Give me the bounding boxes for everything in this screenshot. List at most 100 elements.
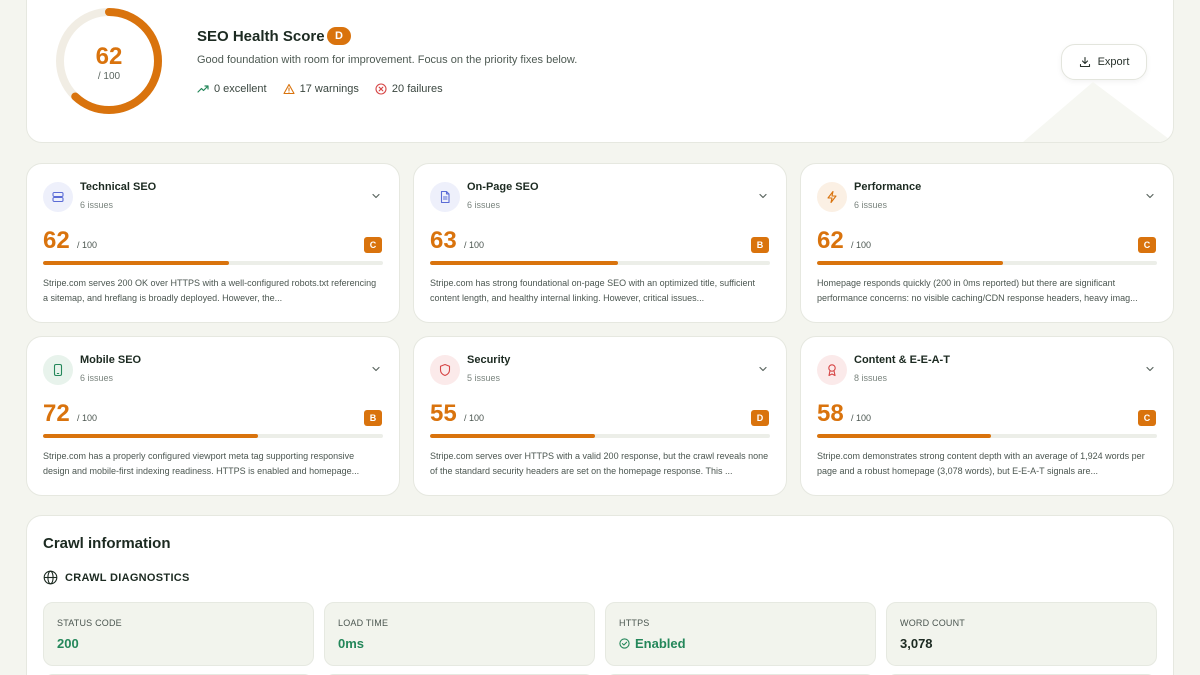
category-title: Content & E-E-A-T <box>854 354 950 366</box>
category-issue-count: 6 issues <box>854 200 888 210</box>
category-progress-bar <box>817 261 1157 265</box>
crawl-metric-label: WORD COUNT <box>900 618 965 628</box>
category-score-denominator: / 100 <box>851 240 872 250</box>
category-icon-wrap <box>430 182 460 212</box>
category-card[interactable]: On-Page SEO 6 issues 63 / 100 B Stripe.com ha… <box>413 163 787 323</box>
crawl-metric-card: HTTPS Enabled <box>605 602 876 666</box>
category-icon-wrap <box>43 355 73 385</box>
category-progress-bar <box>817 434 1157 438</box>
category-grade-badge: C <box>364 237 382 253</box>
crawl-information-card: Crawl information CRAWL DIAGNOSTICS STAT… <box>26 515 1174 675</box>
warnings-count: 17 warnings <box>299 83 359 95</box>
crawl-metric-value-wrap: 3,078 <box>900 636 933 651</box>
crawl-title: Crawl information <box>43 535 171 552</box>
chevron-down-icon[interactable] <box>1145 191 1155 201</box>
chevron-down-icon[interactable] <box>1145 364 1155 374</box>
category-score-denominator: / 100 <box>851 413 872 423</box>
crawl-metric-value: 200 <box>57 636 79 651</box>
crawl-metric-label: STATUS CODE <box>57 618 122 628</box>
warnings-stat: 17 warnings <box>283 83 359 95</box>
crawl-metric-label: LOAD TIME <box>338 618 389 628</box>
category-grade-badge: C <box>1138 237 1156 253</box>
export-label: Export <box>1097 56 1130 68</box>
overall-grade-badge: D <box>327 27 351 45</box>
category-title: Technical SEO <box>80 181 157 193</box>
category-score: 72 <box>43 400 70 427</box>
failures-stat: 20 failures <box>375 83 443 95</box>
category-issue-count: 6 issues <box>80 200 114 210</box>
category-progress-fill <box>430 434 595 438</box>
category-icon-wrap <box>43 182 73 212</box>
award-icon <box>828 364 836 377</box>
category-score-denominator: / 100 <box>464 413 485 423</box>
category-icon-wrap <box>817 182 847 212</box>
category-description: Stripe.com has strong foundational on-pa… <box>430 278 756 303</box>
category-issue-count: 5 issues <box>467 373 501 383</box>
category-score: 55 <box>430 400 457 427</box>
seo-health-card: 62 / 100 SEO Health Score D Good foundat… <box>26 0 1174 143</box>
overall-score-denominator: / 100 <box>97 71 121 82</box>
overall-score: 62 <box>95 43 123 70</box>
chevron-down-icon[interactable] <box>758 364 768 374</box>
category-progress-fill <box>43 434 259 438</box>
category-card[interactable]: Content & E-E-A-T 8 issues 58 / 100 C Stripe.… <box>800 336 1174 496</box>
document-icon <box>440 190 450 204</box>
category-grade-badge: C <box>1138 410 1156 426</box>
excellent-stat: 0 excellent <box>197 83 267 95</box>
category-icon-wrap <box>430 355 460 385</box>
category-score: 62 <box>817 227 844 254</box>
category-title: Mobile SEO <box>80 354 142 366</box>
category-icon-wrap <box>817 355 847 385</box>
category-grade-badge: B <box>364 410 382 426</box>
category-score: 63 <box>430 227 457 254</box>
category-description: Stripe.com demonstrates strong content d… <box>817 451 1145 476</box>
category-title: Performance <box>854 181 922 193</box>
category-description: Stripe.com has a properly configured vie… <box>43 451 360 476</box>
check-circle-icon <box>619 638 630 649</box>
excellent-count: 0 excellent <box>214 83 267 95</box>
category-title: On-Page SEO <box>467 181 539 193</box>
category-progress-fill <box>430 261 619 265</box>
category-score-denominator: / 100 <box>77 240 98 250</box>
category-card[interactable]: Technical SEO 6 issues 62 / 100 C Stripe.com … <box>26 163 400 323</box>
globe-icon <box>43 570 58 585</box>
chevron-down-icon[interactable] <box>371 364 381 374</box>
category-grade-badge: D <box>751 410 769 426</box>
shield-icon <box>439 363 451 377</box>
category-progress-fill <box>817 434 991 438</box>
crawl-metric-value-wrap: 200 <box>57 636 79 651</box>
category-card[interactable]: Security 5 issues 55 / 100 D Stripe.com serve… <box>413 336 787 496</box>
category-score: 62 <box>43 227 70 254</box>
category-card[interactable]: Mobile SEO 6 issues 72 / 100 B Stripe.com has… <box>26 336 400 496</box>
category-progress-bar <box>430 261 770 265</box>
chevron-down-icon[interactable] <box>371 191 381 201</box>
category-description: Stripe.com serves over HTTPS with a vali… <box>430 451 769 476</box>
x-circle-icon <box>375 83 387 95</box>
category-description: Homepage responds quickly (200 in 0ms re… <box>817 278 1138 303</box>
mobile-icon <box>53 363 63 377</box>
chevron-down-icon[interactable] <box>758 191 768 201</box>
download-icon <box>1079 56 1090 68</box>
hero-subtitle: Good foundation with room for improvemen… <box>197 54 578 66</box>
crawl-metric-value: Enabled <box>635 636 686 651</box>
category-progress-fill <box>817 261 1003 265</box>
crawl-diagnostics-heading: CRAWL DIAGNOSTICS <box>43 570 190 585</box>
category-score: 58 <box>817 400 844 427</box>
crawl-metric-value: 3,078 <box>900 636 933 651</box>
category-progress-bar <box>430 434 770 438</box>
category-issue-count: 8 issues <box>854 373 888 383</box>
category-score-denominator: / 100 <box>464 240 485 250</box>
page-title: SEO Health Score <box>197 28 325 45</box>
category-card[interactable]: Performance 6 issues 62 / 100 C Homepage resp… <box>800 163 1174 323</box>
crawl-metric-value-wrap: 0ms <box>338 636 364 651</box>
crawl-metric-value: 0ms <box>338 636 365 651</box>
category-title: Security <box>467 354 511 366</box>
category-grade-badge: B <box>751 237 769 253</box>
category-issue-count: 6 issues <box>467 200 501 210</box>
crawl-metric-card: STATUS CODE 200 <box>43 602 314 666</box>
failures-count: 20 failures <box>391 83 443 95</box>
crawl-metric-value-wrap: Enabled <box>619 636 686 651</box>
crawl-metric-card: WORD COUNT 3,078 <box>886 602 1157 666</box>
decorative-shape <box>1023 82 1173 142</box>
category-description: Stripe.com serves 200 OK over HTTPS with… <box>43 278 377 303</box>
